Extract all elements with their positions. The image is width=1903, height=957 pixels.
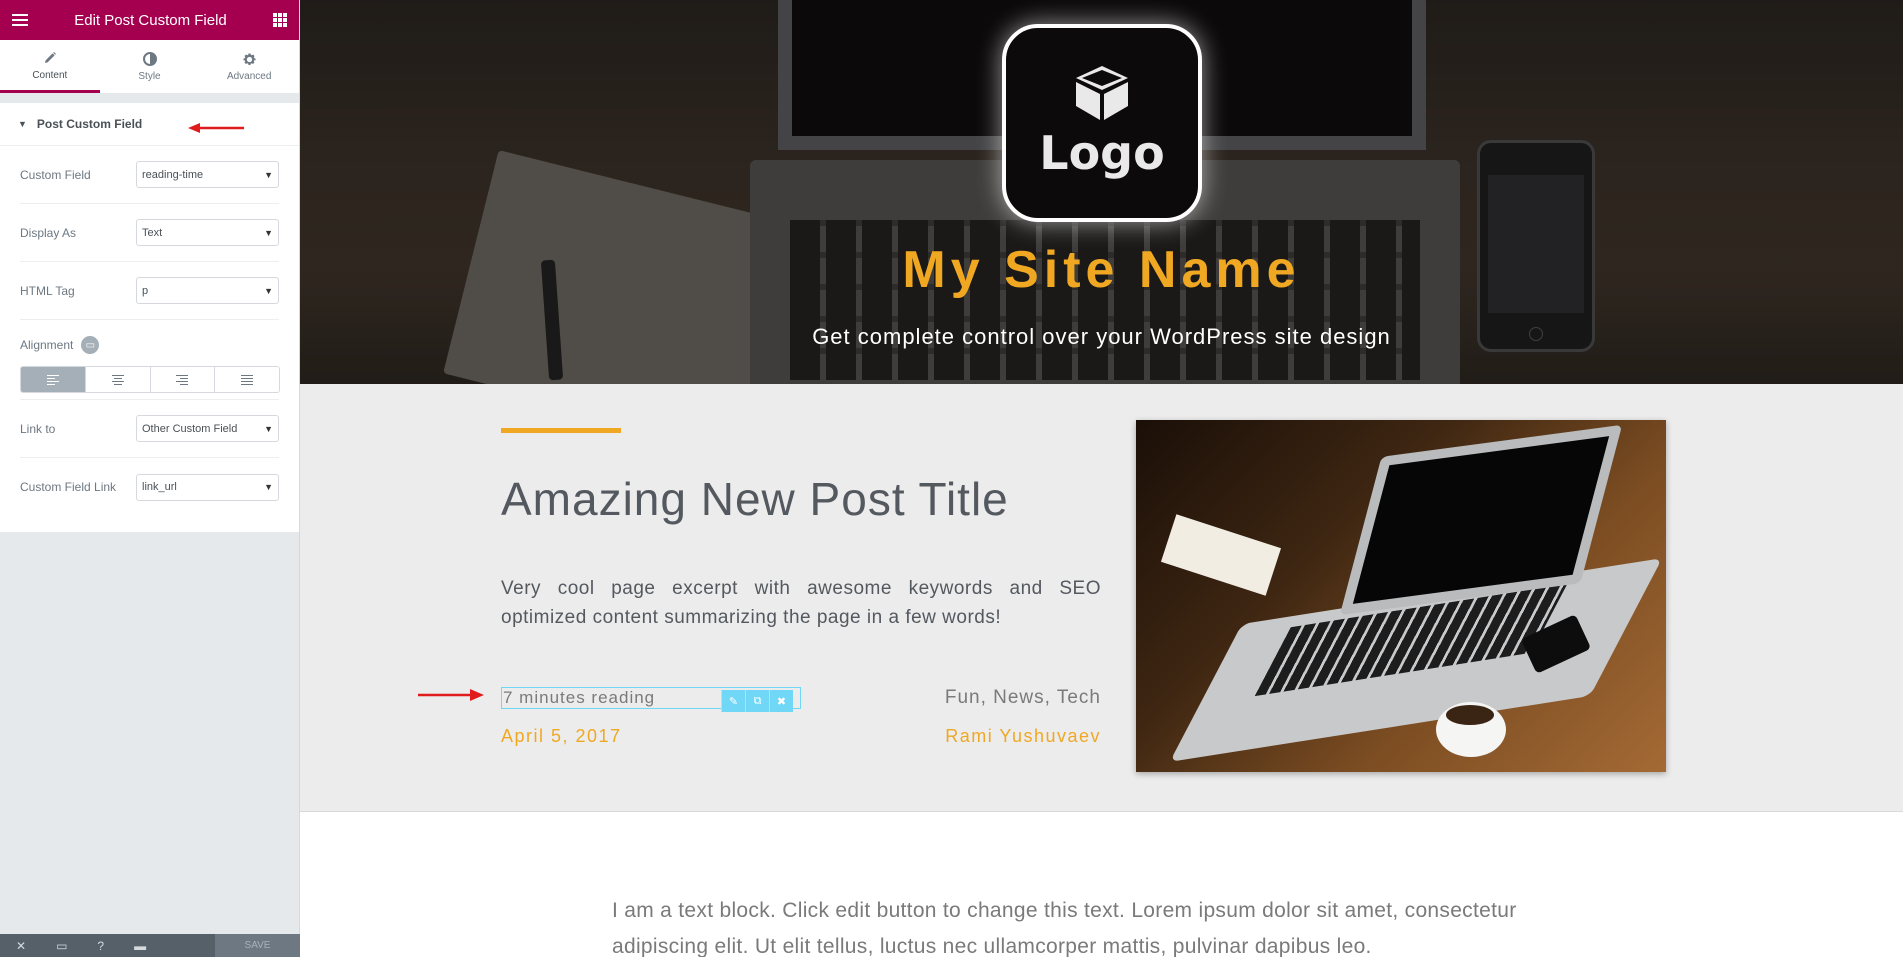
control-custom-field: Custom Field reading-time ▼ (20, 146, 279, 204)
panel-header: Edit Post Custom Field (0, 0, 299, 40)
dropdown-arrow-icon: ▼ (264, 285, 273, 296)
dropdown-arrow-icon: ▼ (264, 227, 273, 238)
page-preview: Logo My Site Name Get complete control o… (300, 0, 1903, 957)
custom-field-link-select[interactable]: link_url ▼ (136, 473, 279, 501)
html-tag-value: p (142, 284, 149, 297)
hero-section: Logo My Site Name Get complete control o… (300, 0, 1903, 384)
control-display-as: Display As Text ▼ (20, 204, 279, 262)
control-custom-field-link: Custom Field Link link_url ▼ (20, 458, 279, 516)
align-center-icon (111, 374, 124, 385)
dropdown-arrow-icon: ▼ (264, 482, 273, 492)
html-tag-label: HTML Tag (20, 283, 75, 298)
site-tagline: Get complete control over your WordPress… (812, 324, 1391, 349)
html-tag-select[interactable]: p ▼ (136, 277, 279, 304)
tab-content-label: Content (32, 69, 68, 81)
widgets-grid-icon[interactable] (273, 13, 287, 27)
site-name[interactable]: My Site Name (300, 240, 1903, 300)
site-logo[interactable]: Logo (1002, 24, 1202, 222)
responsive-mode-icon[interactable]: ▭ (56, 939, 67, 953)
text-block[interactable]: I am a text block. Click edit button to … (612, 893, 1612, 957)
editor-panel: Edit Post Custom Field Content Style Adv… (0, 0, 300, 957)
post-excerpt: Very cool page excerpt with awesome keyw… (501, 578, 1101, 628)
tab-content[interactable]: Content (0, 40, 100, 93)
align-justify-button[interactable] (215, 367, 279, 392)
folder-icon[interactable]: ▬ (134, 939, 146, 953)
dropdown-arrow-icon: ▼ (264, 169, 273, 180)
link-to-label: Link to (20, 421, 56, 436)
featured-coffee (1446, 705, 1494, 725)
panel-title: Edit Post Custom Field (74, 11, 227, 29)
custom-field-link-value: link_url (142, 481, 177, 493)
display-as-value: Text (142, 226, 163, 239)
tab-advanced-label: Advanced (226, 71, 272, 82)
duplicate-icon[interactable]: ⧉ (745, 690, 769, 712)
cube-icon (1076, 66, 1128, 120)
post-title[interactable]: Amazing New Post Title (501, 472, 1009, 526)
alignment-choices (20, 366, 280, 393)
align-left-button[interactable] (21, 367, 86, 392)
custom-field-link-label: Custom Field Link (20, 480, 117, 494)
custom-field-label: Custom Field (20, 167, 91, 182)
gear-icon (242, 51, 257, 67)
panel-tabs: Content Style Advanced (0, 40, 299, 94)
control-link-to: Link to Other Custom Field ▼ (20, 400, 279, 458)
post-author[interactable]: Rami Yushuvaev (860, 726, 1101, 747)
post-header-section: Amazing New Post Title Very cool page ex… (300, 384, 1903, 812)
remove-icon[interactable]: ✖ (769, 690, 793, 712)
featured-image[interactable] (1136, 420, 1666, 772)
half-circle-icon (142, 51, 157, 67)
align-left-icon (46, 374, 59, 385)
align-center-button[interactable] (85, 367, 151, 392)
save-button[interactable]: SAVE (215, 934, 300, 957)
control-html-tag: HTML Tag p ▼ (20, 262, 279, 320)
align-right-button[interactable] (150, 367, 216, 392)
featured-notebook (1160, 514, 1282, 596)
alignment-label: Alignment (20, 338, 74, 352)
display-as-select[interactable]: Text ▼ (136, 219, 279, 246)
align-right-icon (176, 374, 189, 385)
pencil-icon (43, 50, 57, 66)
panel-footer: ✕ ▭ ? ▬ SAVE (0, 934, 300, 957)
control-alignment: Alignment ▭ (20, 320, 280, 400)
edit-pencil-icon[interactable]: ✎ (721, 690, 745, 712)
annotation-arrow-left-icon (188, 123, 244, 133)
annotation-arrow-right-icon (418, 689, 484, 701)
menu-icon[interactable] (12, 14, 28, 26)
display-as-label: Display As (20, 225, 77, 240)
post-date: April 5, 2017 (501, 726, 622, 746)
link-to-select[interactable]: Other Custom Field ▼ (136, 415, 279, 442)
dropdown-arrow-icon: ▼ (264, 423, 273, 434)
custom-field-value: reading-time (142, 168, 204, 181)
post-categories[interactable]: Fun, News, Tech (860, 687, 1101, 709)
help-icon[interactable]: ? (97, 939, 104, 953)
section-post-custom-field[interactable]: ▼ Post Custom Field (0, 103, 299, 146)
tab-advanced[interactable]: Advanced (199, 40, 299, 93)
controls-section: Custom Field reading-time ▼ Display As T… (0, 146, 299, 532)
tab-style-label: Style (138, 71, 161, 82)
logo-text: Logo (1039, 126, 1165, 180)
align-justify-icon (241, 374, 254, 385)
tab-style[interactable]: Style (100, 40, 200, 93)
accent-divider (501, 428, 621, 433)
caret-down-icon: ▼ (18, 119, 27, 129)
section-title: Post Custom Field (36, 117, 143, 131)
link-to-value: Other Custom Field (142, 422, 238, 435)
responsive-monitor-icon[interactable]: ▭ (81, 336, 100, 354)
close-icon[interactable]: ✕ (16, 939, 26, 953)
widget-edit-toolbar: ✎ ⧉ ✖ (721, 690, 793, 712)
custom-field-select[interactable]: reading-time ▼ (136, 161, 279, 188)
